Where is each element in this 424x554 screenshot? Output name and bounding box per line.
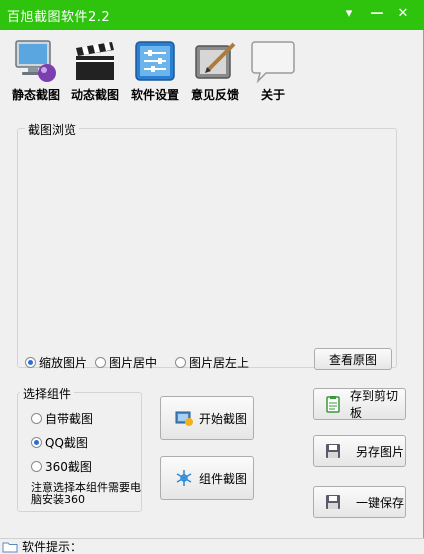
save-as-label: 另存图片 <box>356 444 405 459</box>
toolbar-label-about: 关于 <box>260 88 285 102</box>
one-click-save-label: 一键保存 <box>356 495 405 510</box>
status-bar: 软件提示： <box>0 538 424 554</box>
speech-bubble-icon <box>251 41 295 84</box>
radio-dot <box>31 412 42 424</box>
floppy-disk-icon <box>326 444 340 458</box>
radio-dot <box>25 356 36 368</box>
radio-dot <box>95 356 106 368</box>
toolbar-label-static-capture: 静态截图 <box>11 88 60 102</box>
radio-label: 缩放图片 <box>39 355 88 370</box>
minimize-button[interactable]: — <box>366 4 388 24</box>
radio-label: 图片居中 <box>109 355 158 370</box>
view-original-label: 查看原图 <box>328 352 377 367</box>
folder-icon <box>2 542 18 552</box>
start-capture-label: 开始截图 <box>199 411 248 426</box>
main-window: 静态截图 动态截图 软件设置 意见反馈 关于 截图浏览 缩放图片 图片居中 图片… <box>0 30 424 554</box>
radio-label: 图片居左上 <box>189 355 250 370</box>
radio-builtin-capture[interactable]: 自带截图 <box>31 410 93 426</box>
preview-group: 截图浏览 <box>17 121 397 368</box>
radio-fit-image[interactable]: 缩放图片 <box>25 354 87 370</box>
status-text: 软件提示： <box>22 540 83 554</box>
save-clipboard-button[interactable]: 存到剪切板 <box>313 388 406 420</box>
menu-dropdown-button[interactable]: ▾ <box>338 4 360 24</box>
radio-center-image[interactable]: 图片居中 <box>95 354 157 370</box>
radio-label: QQ截图 <box>45 435 88 450</box>
radio-dot <box>175 356 186 368</box>
component-capture-label: 组件截图 <box>199 471 248 486</box>
radio-label: 360截图 <box>45 459 92 474</box>
radio-dot <box>31 436 42 448</box>
clapperboard-icon <box>76 42 114 80</box>
toolbar-feedback[interactable]: 意见反馈 <box>186 38 244 104</box>
start-capture-button[interactable]: 开始截图 <box>160 396 254 440</box>
toolbar-label-dynamic-capture: 动态截图 <box>70 88 119 102</box>
capture-icon <box>175 411 193 426</box>
radio-label: 自带截图 <box>45 411 94 426</box>
snowflake-icon <box>176 470 192 486</box>
settings-panel-icon <box>135 41 175 81</box>
toolbar-dynamic-capture[interactable]: 动态截图 <box>66 38 124 104</box>
component-legend: 选择组件 <box>20 385 75 402</box>
radio-360-capture[interactable]: 360截图 <box>31 458 92 474</box>
preview-area[interactable] <box>20 137 394 365</box>
close-button[interactable]: ✕ <box>392 4 414 24</box>
radio-top-left-image[interactable]: 图片居左上 <box>175 354 249 370</box>
floppy-disk-icon <box>326 495 340 509</box>
view-original-button[interactable]: 查看原图 <box>314 348 392 370</box>
clipboard-icon <box>326 396 340 413</box>
toolbar-label-feedback: 意见反馈 <box>190 88 239 102</box>
preview-legend: 截图浏览 <box>25 121 80 138</box>
toolbar-label-settings: 软件设置 <box>130 88 179 102</box>
save-clipboard-label: 存到剪切板 <box>350 389 399 420</box>
toolbar-static-capture[interactable]: 静态截图 <box>8 38 64 104</box>
window-title: 百旭截图软件2.2 <box>7 10 111 25</box>
component-capture-button[interactable]: 组件截图 <box>160 456 254 500</box>
toolbar-settings[interactable]: 软件设置 <box>126 38 184 104</box>
monitor-icon <box>15 40 56 82</box>
title-bar: 百旭截图软件2.2 ▾ — ✕ <box>0 0 424 30</box>
toolbar: 静态截图 动态截图 软件设置 意见反馈 关于 <box>0 30 424 106</box>
feedback-pen-icon <box>195 42 236 79</box>
toolbar-about[interactable]: 关于 <box>250 38 296 104</box>
radio-dot <box>31 460 42 472</box>
component-note: 注意选择本组件需要电脑安装360 <box>31 481 141 506</box>
save-as-button[interactable]: 另存图片 <box>313 435 406 467</box>
radio-qq-capture[interactable]: QQ截图 <box>31 434 88 450</box>
one-click-save-button[interactable]: 一键保存 <box>313 486 406 518</box>
